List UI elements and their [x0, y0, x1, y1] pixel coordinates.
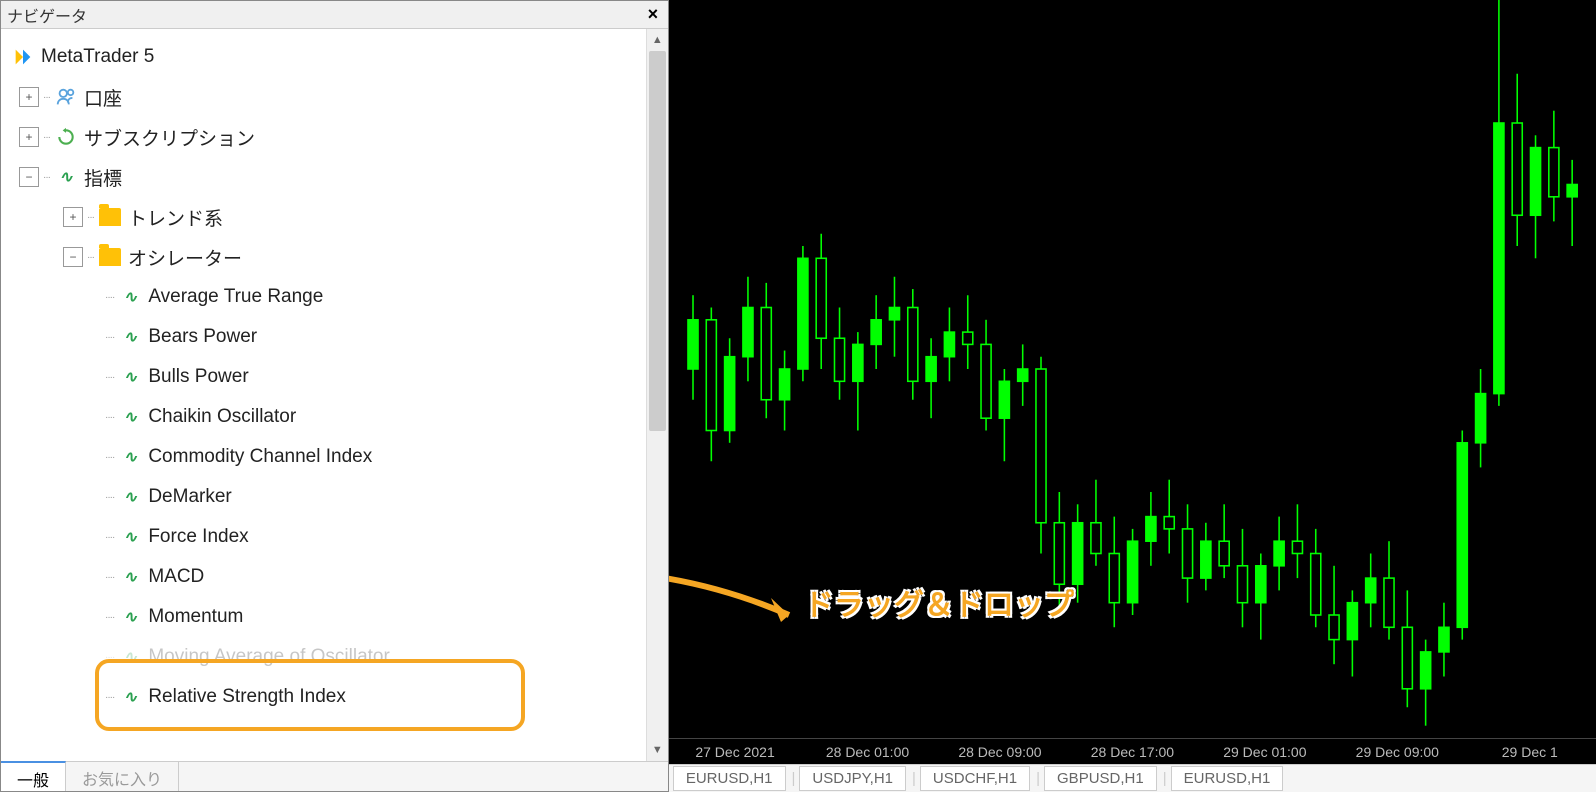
tree-indicator-item[interactable]: ····∿Moving Average of Oscillator: [5, 637, 642, 677]
refresh-icon: [54, 125, 78, 149]
indicator-icon: ∿: [118, 325, 142, 349]
indicator-icon: ∿: [118, 365, 142, 389]
tree-indicator-item[interactable]: ····∿MACD: [5, 557, 642, 597]
scrollbar[interactable]: ▲ ▼: [646, 29, 668, 761]
tree-indicator-item[interactable]: ····∿Bulls Power: [5, 357, 642, 397]
tree-indicator-item[interactable]: ····∿Relative Strength Index: [5, 677, 642, 717]
indicator-icon: ∿: [54, 165, 78, 189]
navigator-tabs: 一般 お気に入り: [1, 761, 668, 791]
scrollbar-thumb[interactable]: [649, 51, 666, 431]
oscillators-label: オシレーター: [128, 244, 242, 271]
chart-tabs: EURUSD,H1|USDJPY,H1|USDCHF,H1|GBPUSD,H1|…: [669, 764, 1596, 792]
indicator-icon: ∿: [118, 445, 142, 469]
indicator-label: Bulls Power: [148, 366, 248, 388]
indicator-label: Commodity Channel Index: [148, 446, 372, 468]
expand-icon[interactable]: +: [19, 127, 39, 147]
time-label: 28 Dec 09:00: [934, 744, 1066, 760]
trend-label: トレンド系: [128, 204, 223, 231]
navigator-header: ナビゲータ ×: [1, 1, 668, 29]
indicator-icon: ∿: [118, 285, 142, 309]
time-label: 29 Dec 09:00: [1331, 744, 1463, 760]
mt5-icon: [11, 45, 35, 69]
tree-indicator-item[interactable]: ····∿Momentum: [5, 597, 642, 637]
collapse-icon[interactable]: −: [19, 167, 39, 187]
tree-indicator-item[interactable]: ····∿Commodity Channel Index: [5, 437, 642, 477]
subscriptions-label: サブスクリプション: [84, 124, 255, 151]
tree-indicator-item[interactable]: ····∿Bears Power: [5, 317, 642, 357]
indicator-icon: ∿: [118, 565, 142, 589]
expand-icon[interactable]: +: [63, 207, 83, 227]
tab-favorites[interactable]: お気に入り: [66, 762, 179, 791]
tree-indicator-item[interactable]: ····∿DeMarker: [5, 477, 642, 517]
time-label: 29 Dec 01:00: [1199, 744, 1331, 760]
arrow-annotation: [669, 560, 819, 650]
navigator-tree: MetaTrader 5 + ··· 口座 + ···: [1, 29, 646, 761]
indicator-label: Relative Strength Index: [148, 686, 346, 708]
navigator-title: ナビゲータ: [7, 3, 87, 27]
tab-general[interactable]: 一般: [1, 761, 66, 791]
chart-tab[interactable]: GBPUSD,H1: [1044, 766, 1157, 791]
scroll-down-icon[interactable]: ▼: [647, 739, 668, 761]
time-label: 27 Dec 2021: [669, 744, 801, 760]
navigator-panel: ナビゲータ × MetaTrader 5 + ···: [0, 0, 669, 792]
folder-icon: [98, 245, 122, 269]
close-icon[interactable]: ×: [644, 4, 662, 25]
time-label: 28 Dec 01:00: [801, 744, 933, 760]
chart-tab[interactable]: USDCHF,H1: [920, 766, 1030, 791]
scroll-up-icon[interactable]: ▲: [647, 29, 668, 51]
time-label: 29 Dec 1: [1464, 744, 1596, 760]
tree-indicator-item[interactable]: ····∿Force Index: [5, 517, 642, 557]
accounts-icon: [54, 85, 78, 109]
indicator-icon: ∿: [118, 405, 142, 429]
tree-indicator-item[interactable]: ····∿Average True Range: [5, 277, 642, 317]
indicator-icon: ∿: [118, 525, 142, 549]
indicator-label: Average True Range: [148, 286, 323, 308]
tree-oscillators-folder[interactable]: − ··· オシレーター: [5, 237, 642, 277]
tree-subscriptions[interactable]: + ··· サブスクリプション: [5, 117, 642, 157]
tree-trend-folder[interactable]: + ··· トレンド系: [5, 197, 642, 237]
accounts-label: 口座: [84, 84, 122, 111]
tree-indicators[interactable]: − ··· ∿ 指標: [5, 157, 642, 197]
chart-tab[interactable]: EURUSD,H1: [1171, 766, 1284, 791]
indicator-icon: ∿: [118, 485, 142, 509]
chart-tab[interactable]: EURUSD,H1: [673, 766, 786, 791]
chart-area: ドラッグ＆ドロップ 27 Dec 202128 Dec 01:0028 Dec …: [669, 0, 1596, 792]
indicator-label: Chaikin Oscillator: [148, 406, 296, 428]
tree-root-label: MetaTrader 5: [41, 46, 154, 68]
indicator-label: Moving Average of Oscillator: [148, 646, 390, 668]
time-axis: 27 Dec 202128 Dec 01:0028 Dec 09:0028 De…: [669, 738, 1596, 764]
indicator-label: DeMarker: [148, 486, 231, 508]
chart-tab[interactable]: USDJPY,H1: [799, 766, 906, 791]
tree-accounts[interactable]: + ··· 口座: [5, 77, 642, 117]
indicator-label: Momentum: [148, 606, 243, 628]
indicator-icon: ∿: [118, 605, 142, 629]
drag-drop-annotation: ドラッグ＆ドロップ: [804, 580, 1074, 624]
indicator-label: Force Index: [148, 526, 248, 548]
indicator-icon: ∿: [118, 685, 142, 709]
indicators-label: 指標: [84, 164, 122, 191]
folder-icon: [98, 205, 122, 229]
collapse-icon[interactable]: −: [63, 247, 83, 267]
candlestick-chart[interactable]: ドラッグ＆ドロップ: [669, 0, 1596, 738]
scrollbar-track[interactable]: [647, 51, 668, 739]
indicator-icon: ∿: [118, 645, 142, 669]
indicator-label: MACD: [148, 566, 204, 588]
indicator-label: Bears Power: [148, 326, 257, 348]
tree-root[interactable]: MetaTrader 5: [5, 37, 642, 77]
time-label: 28 Dec 17:00: [1066, 744, 1198, 760]
tree-indicator-item[interactable]: ····∿Chaikin Oscillator: [5, 397, 642, 437]
expand-icon[interactable]: +: [19, 87, 39, 107]
